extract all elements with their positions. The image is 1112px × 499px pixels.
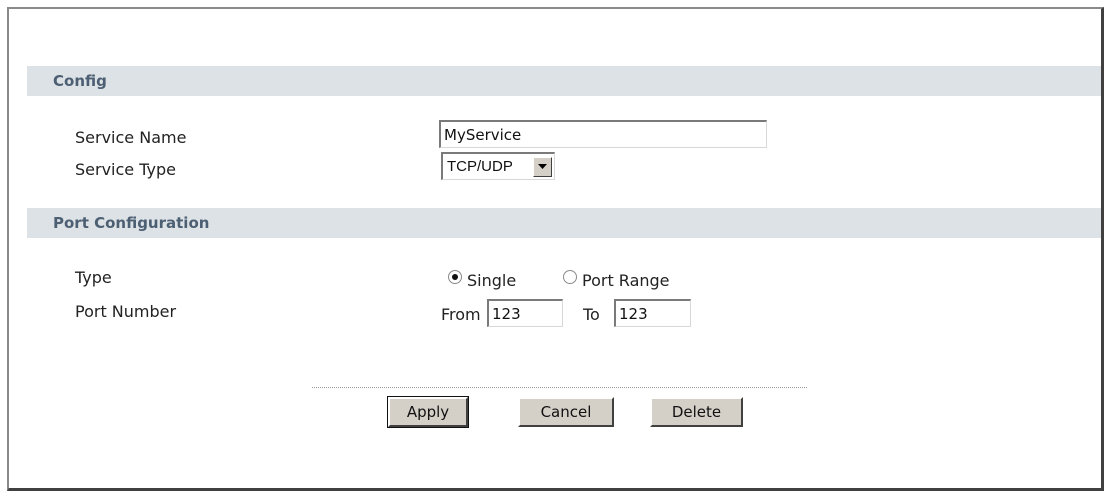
port-from-input[interactable] xyxy=(487,299,563,327)
config-section-header: Config xyxy=(27,66,1101,96)
service-type-value: TCP/UDP xyxy=(447,158,513,175)
service-name-label: Service Name xyxy=(75,128,187,147)
service-type-select[interactable]: TCP/UDP xyxy=(441,152,555,180)
delete-button[interactable]: Delete xyxy=(650,397,743,427)
port-from-label: From xyxy=(441,305,481,324)
button-divider xyxy=(312,387,807,388)
cancel-button[interactable]: Cancel xyxy=(518,397,614,427)
config-section-title: Config xyxy=(53,72,107,90)
type-port-range-label: Port Range xyxy=(582,271,670,290)
port-configuration-section-header: Port Configuration xyxy=(27,208,1101,238)
apply-button[interactable]: Apply xyxy=(387,396,469,428)
service-type-label: Service Type xyxy=(75,160,176,179)
service-name-input[interactable] xyxy=(439,120,767,148)
type-label: Type xyxy=(75,268,112,287)
port-number-label: Port Number xyxy=(75,302,177,321)
port-to-label: To xyxy=(583,305,600,324)
port-to-input[interactable] xyxy=(614,299,691,327)
type-port-range-radio[interactable] xyxy=(563,270,577,284)
chevron-down-icon[interactable] xyxy=(533,156,552,177)
port-configuration-section-title: Port Configuration xyxy=(53,214,210,232)
type-single-radio[interactable] xyxy=(448,270,462,284)
type-single-label: Single xyxy=(467,271,517,290)
